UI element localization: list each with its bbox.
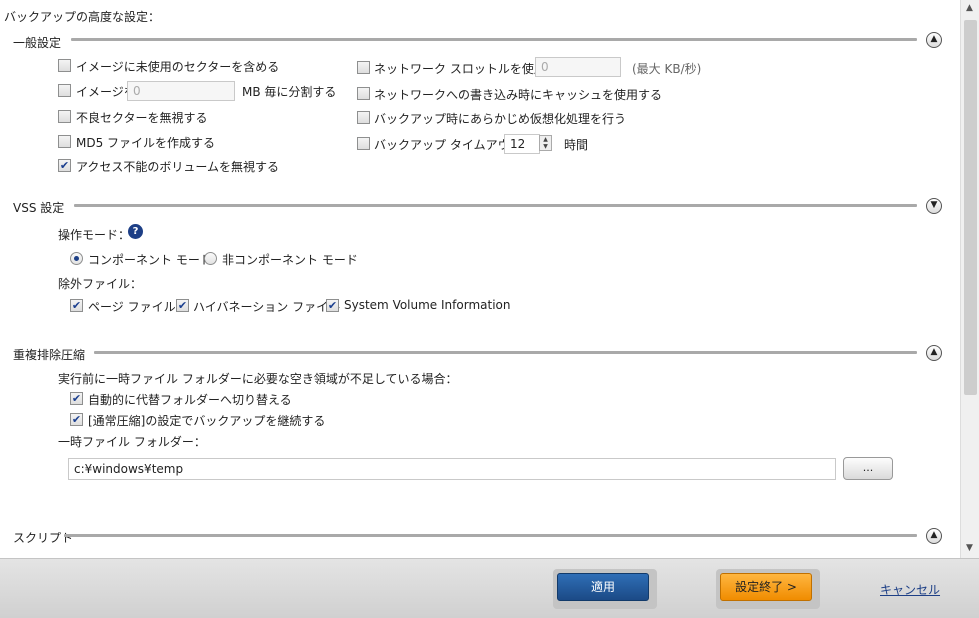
split-image-checkbox[interactable] xyxy=(58,84,71,97)
ignore-inaccessible-label: アクセス不能のボリュームを無視する xyxy=(76,160,280,174)
chevron-up-icon[interactable]: ▲ xyxy=(926,345,942,361)
help-icon[interactable]: ? xyxy=(128,224,143,239)
settings-panel: バックアップの高度な設定： 一般設定 ▲ イメージに未使用のセクターを含める イ… xyxy=(0,0,960,558)
section-divider xyxy=(74,204,917,207)
scroll-down-icon[interactable]: ▼ xyxy=(966,543,973,553)
create-md5-label: MD5 ファイルを作成する xyxy=(76,136,216,150)
chevron-up-icon[interactable]: ▲ xyxy=(926,528,942,544)
backup-timeout-unit: 時間 xyxy=(564,138,589,152)
page-file-checkbox[interactable] xyxy=(70,299,83,312)
write-cache-label: ネットワークへの書き込み時にキャッシュを使用する xyxy=(374,88,663,102)
section-heading-script: スクリプト xyxy=(13,531,74,545)
ignore-bad-sectors-checkbox[interactable] xyxy=(58,110,71,123)
auto-switch-label: 自動的に代替フォルダーへ切り替える xyxy=(88,393,292,407)
network-throttle-unit: (最大 KB/秒) xyxy=(632,62,702,76)
ignore-bad-sectors-label: 不良セクターを無視する xyxy=(76,111,208,125)
ignore-inaccessible-checkbox[interactable] xyxy=(58,159,71,172)
split-size-input[interactable] xyxy=(127,81,235,101)
non-component-mode-radio[interactable] xyxy=(204,252,217,265)
continue-normal-label: [通常圧縮]の設定でバックアップを継続する xyxy=(88,414,326,428)
section-divider xyxy=(71,38,917,41)
pre-virtualize-label: バックアップ時にあらかじめ仮想化処理を行う xyxy=(374,112,627,126)
section-heading-dedup: 重複排除圧縮 xyxy=(13,348,86,362)
scroll-up-icon[interactable]: ▲ xyxy=(966,3,973,13)
browse-button[interactable]: ... xyxy=(843,457,893,480)
vertical-scrollbar[interactable]: ▲ ▼ xyxy=(960,0,979,558)
section-heading-general: 一般設定 xyxy=(13,36,62,50)
component-mode-radio[interactable] xyxy=(70,252,83,265)
scroll-thumb[interactable] xyxy=(964,20,977,395)
temp-folder-label: 一時ファイル フォルダー： xyxy=(58,435,206,449)
operation-mode-label: 操作モード： xyxy=(58,228,131,242)
pre-virtualize-checkbox[interactable] xyxy=(357,111,370,124)
include-unused-sectors-checkbox[interactable] xyxy=(58,59,71,72)
finish-button-frame: 設定終了 > xyxy=(716,569,820,609)
apply-button-frame: 適用 xyxy=(553,569,657,609)
create-md5-checkbox[interactable] xyxy=(58,135,71,148)
include-unused-sectors-label: イメージに未使用のセクターを含める xyxy=(76,60,280,74)
insufficient-space-label: 実行前に一時ファイル フォルダーに必要な空き領域が不足している場合： xyxy=(58,372,458,386)
spin-down-icon[interactable]: ▼ xyxy=(540,143,551,150)
component-mode-label: コンポーネント モード xyxy=(88,253,212,267)
footer-bar: 適用 設定終了 > キャンセル xyxy=(0,558,979,618)
system-volume-info-label: System Volume Information xyxy=(344,298,511,312)
spin-up-icon[interactable]: ▲ xyxy=(540,136,551,143)
backup-timeout-checkbox[interactable] xyxy=(357,137,370,150)
section-divider xyxy=(64,534,917,537)
continue-normal-checkbox[interactable] xyxy=(70,413,83,426)
network-throttle-checkbox[interactable] xyxy=(357,61,370,74)
chevron-down-icon[interactable]: ▼ xyxy=(926,198,942,214)
auto-switch-checkbox[interactable] xyxy=(70,392,83,405)
split-image-label-after: MB 毎に分割する xyxy=(242,85,337,99)
system-volume-info-checkbox[interactable] xyxy=(326,299,339,312)
network-throttle-input[interactable] xyxy=(535,57,621,77)
timeout-spinner[interactable]: ▲ ▼ xyxy=(539,135,552,151)
chevron-up-icon[interactable]: ▲ xyxy=(926,32,942,48)
write-cache-checkbox[interactable] xyxy=(357,87,370,100)
finish-button[interactable]: 設定終了 > xyxy=(720,573,812,601)
hibernation-file-label: ハイバネーション ファイル xyxy=(193,300,341,314)
temp-folder-input[interactable] xyxy=(68,458,836,480)
non-component-mode-label: 非コンポーネント モード xyxy=(222,253,358,267)
section-divider xyxy=(94,351,917,354)
exclude-files-label: 除外ファイル： xyxy=(58,277,143,291)
backup-timeout-input[interactable] xyxy=(504,134,540,154)
page-title: バックアップの高度な設定： xyxy=(4,10,161,24)
hibernation-file-checkbox[interactable] xyxy=(176,299,189,312)
cancel-link[interactable]: キャンセル xyxy=(880,581,940,598)
section-heading-vss: VSS 設定 xyxy=(13,201,65,215)
page-file-label: ページ ファイル xyxy=(88,300,176,314)
apply-button[interactable]: 適用 xyxy=(557,573,649,601)
